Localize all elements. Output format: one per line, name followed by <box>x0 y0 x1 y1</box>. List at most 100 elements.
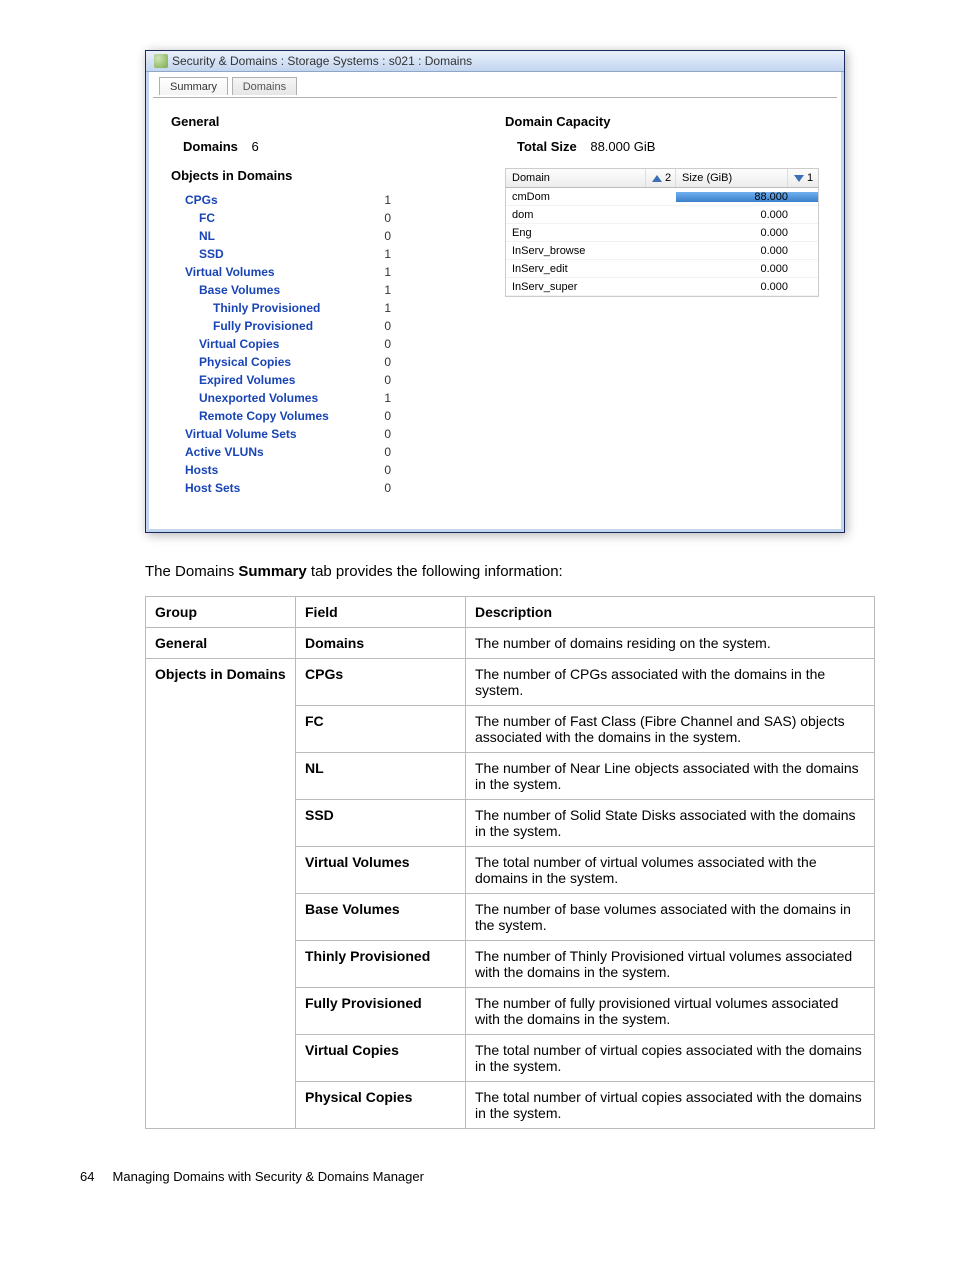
capacity-size: 0.000 <box>676 245 818 257</box>
object-row: Hosts 0 <box>171 461 391 479</box>
capacity-domain: cmDom <box>506 191 676 203</box>
object-row: Thinly Provisioned1 <box>171 299 391 317</box>
table-row: GeneralDomainsThe number of domains resi… <box>146 628 875 659</box>
total-size-value: 88.000 GiB <box>590 139 655 154</box>
domains-value: 6 <box>252 139 259 154</box>
th-field: Field <box>296 597 466 628</box>
object-link[interactable]: Thinly Provisioned <box>171 299 320 317</box>
cell-field: SSD <box>296 800 466 847</box>
object-link[interactable]: Active VLUNs <box>171 443 264 461</box>
object-value: 0 <box>384 209 391 227</box>
object-row: Fully Provisioned0 <box>171 317 391 335</box>
object-link[interactable]: Remote Copy Volumes <box>171 407 329 425</box>
object-row: Virtual Volume Sets 0 <box>171 425 391 443</box>
object-link[interactable]: Virtual Volumes <box>171 263 275 281</box>
object-value: 1 <box>384 191 391 209</box>
capacity-row[interactable]: InServ_edit0.000 <box>506 260 818 278</box>
object-value: 1 <box>384 281 391 299</box>
col-size-sort[interactable]: 1 <box>788 169 818 187</box>
total-size-label: Total Size <box>517 139 577 154</box>
capacity-domain: InServ_browse <box>506 245 676 257</box>
col-size[interactable]: Size (GiB) <box>676 169 788 187</box>
capacity-size: 88.000 <box>676 191 818 203</box>
object-value: 0 <box>384 407 391 425</box>
cell-description: The total number of virtual copies assoc… <box>466 1082 875 1129</box>
cell-description: The number of Near Line objects associat… <box>466 753 875 800</box>
capacity-row[interactable]: Eng0.000 <box>506 224 818 242</box>
caption: The Domains Summary tab provides the fol… <box>145 563 934 580</box>
cell-field: FC <box>296 706 466 753</box>
object-row: Physical Copies 0 <box>171 353 391 371</box>
object-value: 1 <box>384 389 391 407</box>
cell-description: The total number of virtual volumes asso… <box>466 847 875 894</box>
th-description: Description <box>466 597 875 628</box>
capacity-bar <box>676 192 818 202</box>
object-link[interactable]: Unexported Volumes <box>171 389 318 407</box>
object-link[interactable]: Physical Copies <box>171 353 291 371</box>
object-link[interactable]: Fully Provisioned <box>171 317 313 335</box>
capacity-size: 0.000 <box>676 281 818 293</box>
capacity-column: Domain Capacity Total Size 88.000 GiB Do… <box>505 110 819 497</box>
cell-field: Domains <box>296 628 466 659</box>
object-link[interactable]: Host Sets <box>171 479 240 497</box>
cell-description: The number of Fast Class (Fibre Channel … <box>466 706 875 753</box>
cell-description: The number of domains residing on the sy… <box>466 628 875 659</box>
object-row: CPGs 1 <box>171 191 391 209</box>
general-heading: General <box>171 114 485 129</box>
cell-field: Virtual Copies <box>296 1035 466 1082</box>
capacity-domain: Eng <box>506 227 676 239</box>
tab-domains[interactable]: Domains <box>232 77 297 95</box>
object-value: 0 <box>384 461 391 479</box>
object-value: 0 <box>384 353 391 371</box>
col-domain[interactable]: Domain <box>506 169 646 187</box>
object-row: NL0 <box>171 227 391 245</box>
capacity-size: 0.000 <box>676 263 818 275</box>
description-table: Group Field Description GeneralDomainsTh… <box>145 596 875 1129</box>
object-link[interactable]: Virtual Copies <box>171 335 279 353</box>
cell-description: The number of Solid State Disks associat… <box>466 800 875 847</box>
object-value: 0 <box>384 443 391 461</box>
object-link[interactable]: NL <box>171 227 215 245</box>
capacity-domain: dom <box>506 209 676 221</box>
object-value: 1 <box>384 245 391 263</box>
tab-summary[interactable]: Summary <box>159 77 228 95</box>
cell-field: Fully Provisioned <box>296 988 466 1035</box>
col-domain-sort[interactable]: 2 <box>646 169 676 187</box>
cell-field: Physical Copies <box>296 1082 466 1129</box>
object-link[interactable]: SSD <box>171 245 224 263</box>
object-row: Remote Copy Volumes 0 <box>171 407 391 425</box>
object-row: FC 0 <box>171 209 391 227</box>
capacity-row[interactable]: InServ_super0.000 <box>506 278 818 296</box>
object-value: 0 <box>384 371 391 389</box>
screenshot-window: Security & Domains : Storage Systems : s… <box>145 50 845 533</box>
capacity-row[interactable]: dom0.000 <box>506 206 818 224</box>
object-link[interactable]: Hosts <box>171 461 218 479</box>
object-row: Base Volumes 1 <box>171 281 391 299</box>
object-link[interactable]: FC <box>171 209 215 227</box>
object-value: 0 <box>384 335 391 353</box>
objects-heading: Objects in Domains <box>171 168 485 183</box>
cell-description: The number of Thinly Provisioned virtual… <box>466 941 875 988</box>
object-row: SSD 1 <box>171 245 391 263</box>
object-value: 0 <box>384 425 391 443</box>
general-column: General Domains 6 Objects in Domains CPG… <box>171 110 485 497</box>
sort-desc-icon <box>794 175 804 182</box>
object-link[interactable]: Virtual Volume Sets <box>171 425 297 443</box>
page-footer: 64 Managing Domains with Security & Doma… <box>80 1169 934 1184</box>
cell-field: Thinly Provisioned <box>296 941 466 988</box>
capacity-row[interactable]: cmDom88.000 <box>506 188 818 206</box>
cell-field: Base Volumes <box>296 894 466 941</box>
capacity-row[interactable]: InServ_browse0.000 <box>506 242 818 260</box>
cell-field: Virtual Volumes <box>296 847 466 894</box>
footer-title: Managing Domains with Security & Domains… <box>113 1169 424 1184</box>
object-link[interactable]: Expired Volumes <box>171 371 295 389</box>
cell-field: NL <box>296 753 466 800</box>
window-title: Security & Domains : Storage Systems : s… <box>172 54 472 68</box>
object-row: Unexported Volumes 1 <box>171 389 391 407</box>
tab-row: Summary Domains <box>153 76 837 98</box>
object-value: 1 <box>384 263 391 281</box>
object-link[interactable]: Base Volumes <box>171 281 280 299</box>
table-row: Objects in DomainsCPGsThe number of CPGs… <box>146 659 875 706</box>
object-link[interactable]: CPGs <box>171 191 218 209</box>
object-row: Virtual Copies 0 <box>171 335 391 353</box>
